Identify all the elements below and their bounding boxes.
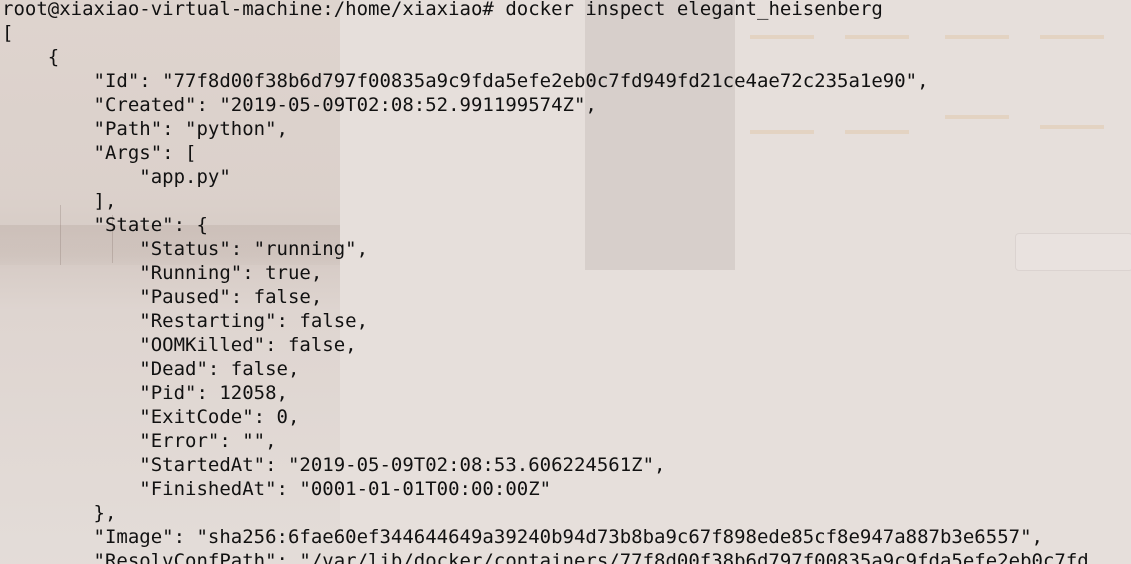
shell-prompt: root@xiaxiao-virtual-machine:/home/xiaxi… — [2, 0, 494, 20]
output-line: "app.py" — [2, 166, 231, 188]
output-line: }, — [2, 502, 117, 524]
command-line: root@xiaxiao-virtual-machine:/home/xiaxi… — [2, 0, 883, 21]
output-line: "Id": "77f8d00f38b6d797f00835a9c9fda5efe… — [2, 70, 929, 92]
output-line: "Created": "2019-05-09T02:08:52.99119957… — [2, 94, 597, 116]
output-line: "FinishedAt": "0001-01-01T00:00:00Z" — [2, 478, 552, 500]
output-line: [ — [2, 22, 14, 44]
output-line: "Path": "python", — [2, 118, 288, 140]
output-line: ], — [2, 190, 117, 212]
output-line: "Image": "sha256:6fae60ef344644649a39240… — [2, 526, 1043, 548]
output-line: "Pid": 12058, — [2, 382, 288, 404]
output-line: "Paused": false, — [2, 286, 323, 308]
output-line: "StartedAt": "2019-05-09T02:08:53.606224… — [2, 454, 666, 476]
output-line: "Args": [ — [2, 142, 197, 164]
output-line: "State": { — [2, 214, 208, 236]
output-line: "OOMKilled": false, — [2, 334, 357, 356]
output-line: "Status": "running", — [2, 238, 369, 260]
output-line: "ResolvConfPath": "/var/lib/docker/conta… — [2, 550, 1089, 564]
shell-command: docker inspect elegant_heisenberg — [505, 0, 883, 20]
output-line: "Restarting": false, — [2, 310, 369, 332]
output-line: "Error": "", — [2, 430, 277, 452]
output-line: "Running": true, — [2, 262, 323, 284]
terminal-output[interactable]: root@xiaxiao-virtual-machine:/home/xiaxi… — [2, 0, 1131, 564]
output-line: "Dead": false, — [2, 358, 300, 380]
output-line: "ExitCode": 0, — [2, 406, 300, 428]
output-line: { — [2, 46, 60, 68]
